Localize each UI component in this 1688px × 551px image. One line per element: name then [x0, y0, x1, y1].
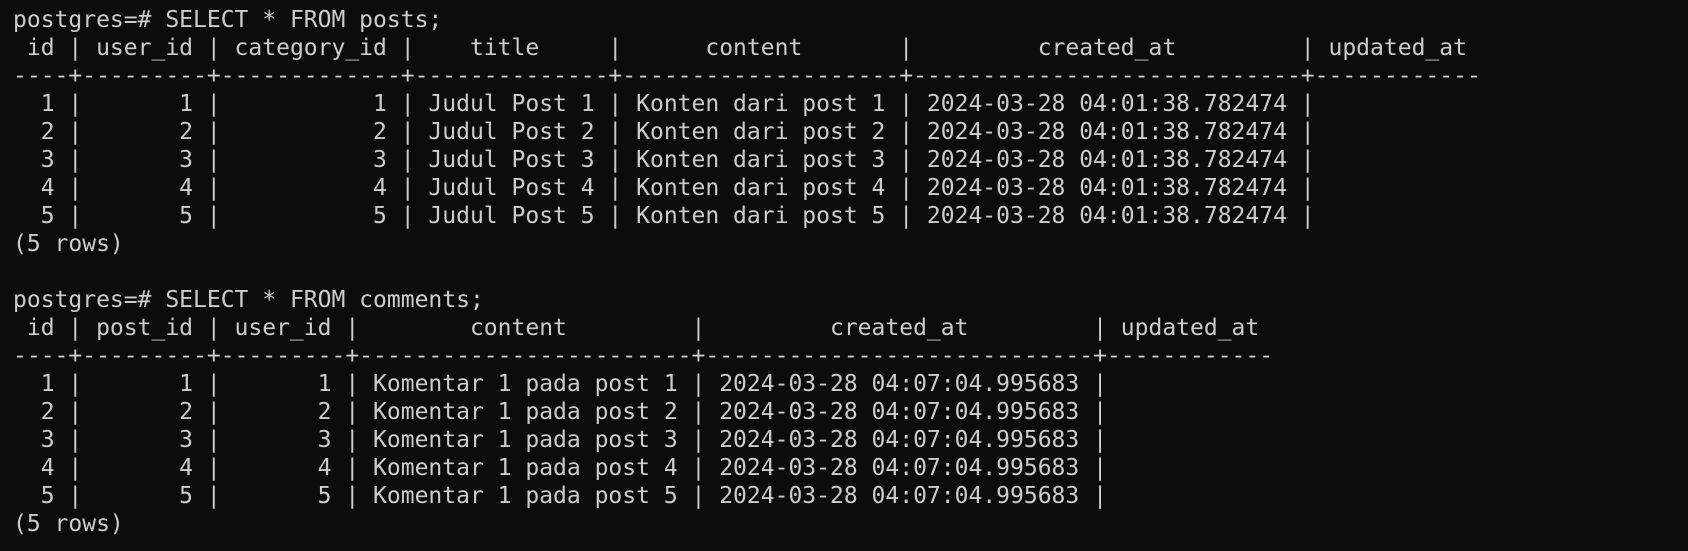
comments-table-separator: ----+---------+---------+---------------… — [13, 343, 1274, 369]
posts-row-count: (5 rows) — [13, 231, 124, 257]
comments-table-row: 4 | 4 | 4 | Komentar 1 pada post 4 | 202… — [13, 455, 1107, 481]
terminal-window[interactable]: postgres=# SELECT * FROM posts; id | use… — [0, 0, 1688, 551]
posts-table-row: 1 | 1 | 1 | Judul Post 1 | Konten dari p… — [13, 91, 1315, 117]
posts-table-row: 5 | 5 | 5 | Judul Post 5 | Konten dari p… — [13, 203, 1315, 229]
posts-table-row: 3 | 3 | 3 | Judul Post 3 | Konten dari p… — [13, 147, 1315, 173]
comments-row-count: (5 rows) — [13, 511, 124, 537]
posts-table-separator: ----+---------+-------------+-----------… — [13, 63, 1481, 89]
posts-table-row: 2 | 2 | 2 | Judul Post 2 | Konten dari p… — [13, 119, 1315, 145]
posts-query-prompt: postgres=# SELECT * FROM posts; — [13, 7, 443, 33]
comments-table-row: 3 | 3 | 3 | Komentar 1 pada post 3 | 202… — [13, 427, 1107, 453]
comments-table-row: 1 | 1 | 1 | Komentar 1 pada post 1 | 202… — [13, 371, 1107, 397]
comments-table-row: 2 | 2 | 2 | Komentar 1 pada post 2 | 202… — [13, 399, 1107, 425]
comments-table-header: id | post_id | user_id | content | creat… — [13, 315, 1260, 341]
comments-query-prompt: postgres=# SELECT * FROM comments; — [13, 287, 484, 313]
posts-table-header: id | user_id | category_id | title | con… — [13, 35, 1467, 61]
comments-table-row: 5 | 5 | 5 | Komentar 1 pada post 5 | 202… — [13, 483, 1107, 509]
posts-table-row: 4 | 4 | 4 | Judul Post 4 | Konten dari p… — [13, 175, 1315, 201]
